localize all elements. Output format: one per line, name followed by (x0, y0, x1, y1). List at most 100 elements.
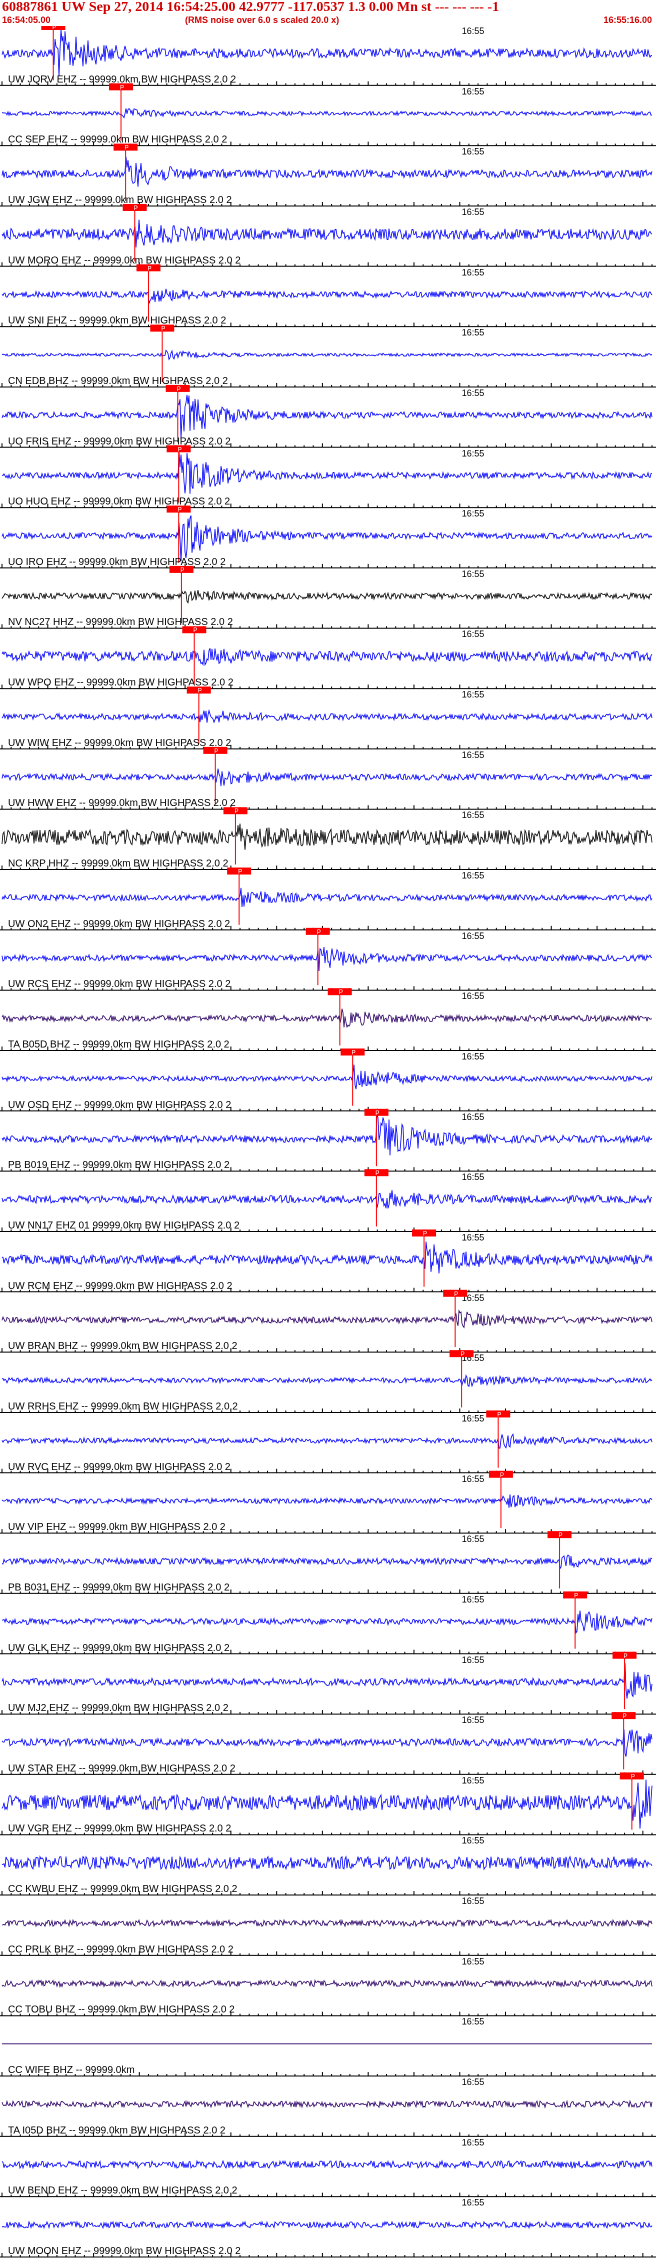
pick-label: P (461, 1352, 465, 1358)
channel-label: UW NN17 EHZ 01 99999.0km BW HIGHPASS 2.0… (8, 1220, 240, 1231)
channel-row: 16:55PUW JQRV EHZ -- 99999.0km BW HIGHPA… (0, 26, 656, 86)
pick-label: P (214, 749, 218, 755)
channel-label: CC KWBU EHZ -- 99999.0km BW HIGHPASS 2.0… (8, 1884, 238, 1895)
pick-label: P (178, 508, 182, 514)
channel-label: UW BRAN BHZ -- 99999.0km BW HIGHPASS 2.0… (8, 1341, 238, 1352)
channel-label: UW MJ2 EHZ -- 99999.0km BW HIGHPASS 2.0 … (8, 1703, 229, 1714)
minute-tick-label: 16:55 (462, 991, 485, 1001)
channel-label: PB B019 EHZ -- 99999.0km BW HIGHPASS 2.0… (8, 1160, 230, 1171)
channel-row: 16:55 P UW GLK EHZ -- 99999.0km BW HIGHPAS… (0, 1591, 656, 1655)
event-title: 60887861 UW Sep 27, 2014 16:54:25.00 42.… (2, 0, 500, 15)
minute-tick-label: 16:55 (462, 1232, 485, 1242)
minute-tick-label: 16:55 (462, 1534, 485, 1544)
channel-row: 16:55PCC SEP EHZ -- 99999.0km BW HIGHPAS… (0, 83, 656, 147)
minute-tick-label: 16:55 (462, 1836, 485, 1846)
minute-tick-label: 16:55 (462, 26, 485, 36)
waveform-trace (1, 2220, 653, 2230)
channel-row: 16:55 P UO FRIS EHZ -- 99999.0km BW HIGHPA… (0, 384, 656, 448)
waveform-trace (1, 1112, 653, 1156)
waveform-trace (1, 29, 653, 77)
end-time-label: 16:55:16.00 (603, 15, 652, 25)
pick-label: P (52, 26, 56, 31)
pick-label: P (624, 1654, 628, 1660)
minute-tick-label: 16:55 (462, 1052, 485, 1062)
channel-row: 16:55PNV NC27 HHZ -- 99999.0km BW HIGHPA… (0, 565, 656, 629)
waveform-trace (1, 823, 653, 850)
pick-label: P (120, 85, 124, 91)
pick-label: P (375, 1111, 379, 1117)
waveform-trace (1, 1729, 653, 1757)
minute-tick-label: 16:55 (462, 690, 485, 700)
pick-label: P (178, 447, 182, 453)
waveform-trace (1, 394, 653, 440)
minute-tick-label: 16:55 (462, 388, 485, 398)
minute-tick-label: 16:55 (462, 2017, 485, 2027)
channel-row: 16:55 P UW RCM EHZ -- 99999.0km BW HIGHPAS… (0, 1229, 656, 1293)
channel-label: UW MORO EHZ -- 99999.0km BW HIGHPASS 2.0… (8, 255, 241, 266)
channel-row: 16:55 P UW JGW EHZ -- 99999.0km BW HIGHPAS… (0, 143, 656, 207)
noise-note: (RMS noise over 6.0 s scaled 20.0 x) (185, 15, 340, 25)
minute-tick-label: 16:55 (462, 1594, 485, 1604)
start-time-label: 16:54:05.00 (2, 15, 51, 25)
waveform-trace (1, 1064, 653, 1090)
channel-label: UW BEND EHZ -- 99999.0km BW HIGHPASS 2.0… (8, 2186, 238, 2197)
channel-row: 16:55 P TA B05D BHZ -- 99999.0km BW HIGHPA… (0, 988, 656, 1052)
pick-label: P (317, 930, 321, 936)
channel-row: 16:55 P UW STAR EHZ -- 99999.0km BW HIGHPA… (0, 1712, 656, 1775)
waveform-trace (1, 1190, 653, 1209)
minute-tick-label: 16:55 (462, 1413, 485, 1423)
minute-tick-label: 16:55 (462, 931, 485, 941)
pick-label: P (180, 568, 184, 574)
channel-label: UO FRIS EHZ -- 99999.0km BW HIGHPASS 2.0… (8, 436, 231, 447)
channel-row: 16:55 P CN EDB BHZ -- 99999.0km BW HIGHPAS… (0, 324, 656, 388)
pick-label: P (238, 870, 242, 876)
minute-tick-label: 16:55 (462, 1715, 485, 1725)
minute-tick-label: 16:55 (462, 2137, 485, 2147)
channel-label: CN EDB BHZ -- 99999.0km BW HIGHPASS 2.0 … (8, 376, 228, 387)
channel-row: 16:55 UW MOON EHZ -- 99999.0km BW HIGHPAS… (0, 2198, 656, 2258)
channel-row: 16:55 P UW SNI EHZ -- 99999.0km BW HIGHPAS… (0, 264, 656, 328)
channel-row: 16:55 UW BEND EHZ -- 99999.0km BW HIGHPAS… (0, 2137, 656, 2198)
channel-row: 16:55 P NC KRP HHZ -- 99999.0km BW HIGHPAS… (0, 807, 656, 871)
waveform-trace (1, 349, 653, 361)
minute-tick-label: 16:55 (462, 1896, 485, 1906)
channel-row: 16:55 TA I05D BHZ -- 99999.0km BW HIGHPAS… (0, 2077, 656, 2137)
channel-row: 16:55 P UW RVC EHZ -- 99999.0km BW HIGHPAS… (0, 1410, 656, 1474)
minute-tick-label: 16:55 (462, 2198, 485, 2208)
waveform-trace (1, 288, 653, 304)
pick-label: P (193, 628, 197, 634)
waveform-trace (1, 709, 653, 724)
minute-tick-label: 16:55 (462, 1956, 485, 1966)
minute-tick-label: 16:55 (462, 569, 485, 579)
waveform-trace (1, 1855, 653, 1871)
channel-label: UW GLK EHZ -- 99999.0km BW HIGHPASS 2.0 … (8, 1643, 230, 1654)
channel-row: 16:55PUW WPO EHZ -- 99999.0km BW HIGHPAS… (0, 626, 656, 690)
waveform-trace (1, 156, 653, 187)
minute-tick-label: 16:55 (462, 86, 485, 96)
channel-row: 16:55 P UW HWW EHZ -- 99999.0km BW HIGHPAS… (0, 746, 656, 810)
minute-tick-label: 16:55 (462, 1112, 485, 1122)
minute-tick-label: 16:55 (462, 207, 485, 217)
channel-row: 16:55 P PB B019 EHZ -- 99999.0km BW HIGHPA… (0, 1108, 656, 1172)
pick-label: P (375, 1171, 379, 1177)
channel-row: 16:55 P PB B031 EHZ -- 99999.0km BW HIGHPA… (0, 1531, 656, 1594)
channel-label: TA B05D BHZ -- 99999.0km BW HIGHPASS 2.0… (8, 1040, 230, 1051)
waveform-trace (1, 1008, 653, 1029)
waveform-trace (1, 219, 653, 248)
minute-tick-label: 16:55 (462, 1172, 485, 1182)
channel-label: UW VGR EHZ -- 99999.0km BW HIGHPASS 2.0 … (8, 1824, 232, 1835)
channel-row: 16:55 P UW RCS EHZ -- 99999.0km BW HIGHPAS… (0, 927, 656, 991)
waveform-trace (1, 450, 653, 494)
waveform-trace (1, 768, 653, 787)
pick-label: P (623, 1714, 627, 1720)
channel-label: UW MOON EHZ -- 99999.0km BW HIGHPASS 2.0… (8, 2246, 241, 2257)
trace-layer: 16:55PUW JQRV EHZ -- 99999.0km BW HIGHPA… (0, 26, 656, 2258)
pick-label: P (497, 1412, 501, 1418)
minute-tick-label: 16:55 (462, 1474, 485, 1484)
waveform-trace (1, 515, 653, 562)
waveform-trace (1, 1374, 653, 1388)
channel-label: UW RVC EHZ -- 99999.0km BW HIGHPASS 2.0 … (8, 1462, 231, 1473)
pick-label: P (500, 1473, 504, 1479)
pick-label: P (574, 1593, 578, 1599)
pick-label: P (631, 1774, 635, 1780)
